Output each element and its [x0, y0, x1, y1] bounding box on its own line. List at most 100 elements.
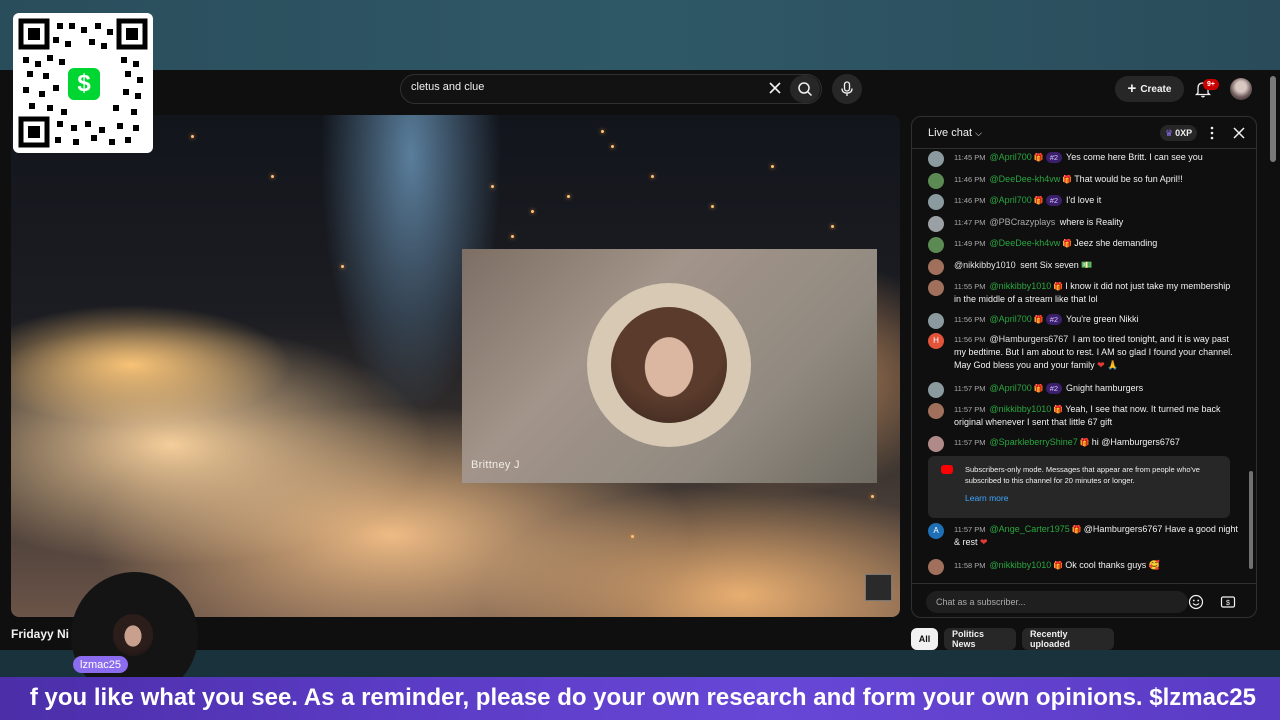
pray-emoji-icon: 🙏 [1107, 360, 1119, 370]
message-text: Ok cool thanks guys [1065, 560, 1147, 570]
smiling-hearts-emoji-icon: 🥰 [1148, 560, 1160, 570]
message-time: 11:56 PM [954, 315, 986, 324]
svg-text:$: $ [1226, 600, 1230, 607]
message-author[interactable]: @nikkibby1010 [990, 281, 1052, 291]
chat-message-input[interactable] [926, 591, 1188, 613]
gift-badge-icon: 🎁 [1033, 196, 1044, 205]
message-text: Gnight hamburgers [1066, 383, 1144, 393]
chat-message[interactable]: 11:58 PM @nikkibby1010 🎁 Ok cool thanks guy… [928, 559, 1238, 575]
avatar [928, 403, 944, 419]
chat-message[interactable]: 11:45 PM @April700 🎁 #2 Yes come here Britt.… [928, 151, 1238, 167]
message-author[interactable]: @PBCrazyplays [990, 217, 1056, 227]
streamer-name: lzmac25 [73, 656, 128, 673]
avatar [928, 259, 944, 275]
voice-search-button[interactable] [832, 74, 862, 104]
message-time: 11:57 PM [954, 405, 986, 414]
chat-title: Live chat [928, 127, 973, 139]
search-button[interactable] [790, 75, 820, 103]
emoji-picker-icon[interactable] [1188, 594, 1204, 610]
message-author[interactable]: @DeeDee-kh4vw [990, 238, 1061, 248]
search-input[interactable]: cletus and clue [411, 81, 484, 93]
message-author[interactable]: @DeeDee-kh4vw [990, 174, 1061, 184]
rank-badge: #2 [1045, 383, 1063, 394]
chat-header: Live chat ⌵ ♛ 0XP [912, 117, 1256, 149]
message-text: where is Reality [1059, 217, 1124, 227]
chat-message[interactable]: 11:56 PM @April700 🎁 #2 You're green Nikki [928, 313, 1238, 329]
message-author[interactable]: @April700 [990, 314, 1032, 324]
subscribers-only-notice: Subscribers-only mode. Messages that app… [928, 456, 1230, 518]
chip-all[interactable]: All [911, 628, 938, 650]
gift-badge-icon: 🎁 [1062, 239, 1073, 248]
chat-message[interactable]: 11:49 PM @DeeDee-kh4vw 🎁 Jeez she demanding [928, 237, 1238, 253]
gift-badge-icon: 🎁 [1053, 561, 1064, 570]
message-text: I'd love it [1066, 195, 1102, 205]
message-text: Jeez she demanding [1074, 238, 1158, 248]
message-author[interactable]: @Ange_Carter1975 [990, 524, 1070, 534]
close-chat-icon[interactable] [1232, 126, 1246, 140]
streamer-avatar [113, 614, 153, 656]
avatar [928, 313, 944, 329]
avatar: A [928, 523, 944, 539]
chat-mode-dropdown[interactable]: Live chat ⌵ [928, 127, 982, 139]
chat-message[interactable]: 11:57 PM @April700 🎁 #2 Gnight hamburgers [928, 382, 1238, 398]
message-author[interactable]: @April700 [990, 195, 1032, 205]
chat-message[interactable]: 11:55 PM @nikkibby1010 🎁 I know it did not … [928, 280, 1238, 306]
learn-more-link[interactable]: Learn more [965, 493, 1008, 503]
gift-event-message[interactable]: @nikkibby1010 sent Six seven 💵 [928, 259, 1238, 275]
chat-message[interactable]: A 11:57 PM @Ange_Carter1975 🎁 @Hamburgers67… [928, 523, 1238, 549]
message-author[interactable]: @April700 [990, 152, 1032, 162]
page-scrollbar-thumb[interactable] [1270, 76, 1276, 162]
webcam-participant-name: Brittney J [471, 459, 520, 471]
heart-emoji-icon: ❤ [1097, 360, 1105, 370]
microphone-icon [841, 81, 853, 96]
gift-badge-icon: 🎁 [1053, 282, 1064, 291]
youtube-play-icon [941, 465, 953, 474]
gift-badge-icon: 🎁 [1033, 384, 1044, 393]
chat-message[interactable]: 11:57 PM @SparkleberryShine7 🎁 hi @Hamburge… [928, 436, 1238, 452]
create-button[interactable]: + Create [1115, 76, 1184, 102]
chip-politics-news[interactable]: Politics News [944, 628, 1016, 650]
gift-badge-icon: 🎁 [1062, 175, 1073, 184]
channel-watermark[interactable] [865, 574, 892, 601]
message-author[interactable]: @nikkibby1010 [990, 560, 1052, 570]
message-author[interactable]: @nikkibby1010 [954, 260, 1016, 270]
clear-search-icon[interactable] [766, 79, 784, 97]
chat-message[interactable]: 11:46 PM @April700 🎁 #2 I'd love it [928, 194, 1238, 210]
rank-badge: #2 [1045, 314, 1063, 325]
avatar [928, 216, 944, 232]
ticker-text: f you like what you see. As a reminder, … [29, 684, 1256, 711]
chip-recently-uploaded[interactable]: Recently uploaded [1022, 628, 1114, 650]
chat-message[interactable]: 11:47 PM @PBCrazyplays where is Reality [928, 216, 1238, 232]
super-chat-icon[interactable]: $ [1220, 594, 1236, 610]
cash-app-logo: $ [66, 66, 102, 102]
chat-message[interactable]: H 11:56 PM @Hamburgers6767 I am too tired… [928, 333, 1238, 372]
avatar [928, 237, 944, 253]
chat-message[interactable]: 11:57 PM @nikkibby1010 🎁 Yeah, I see that n… [928, 403, 1238, 429]
message-text: sent Six seven [1020, 260, 1079, 270]
avatar [928, 173, 944, 189]
message-text: hi @Hamburgers6767 [1091, 437, 1180, 447]
message-time: 11:57 PM [954, 525, 986, 534]
heart-emoji-icon: ❤ [980, 537, 988, 547]
message-time: 11:46 PM [954, 175, 986, 184]
search-icon [798, 82, 813, 97]
chat-scrollbar[interactable] [1249, 471, 1253, 569]
gift-badge-icon: 🎁 [1033, 153, 1044, 162]
message-author[interactable]: @SparkleberryShine7 [990, 437, 1078, 447]
message-time: 11:57 PM [954, 438, 986, 447]
message-time: 11:55 PM [954, 282, 986, 291]
message-time: 11:57 PM [954, 384, 986, 393]
account-avatar[interactable] [1230, 78, 1252, 100]
message-time: 11:47 PM [954, 218, 986, 227]
message-author[interactable]: @April700 [990, 383, 1032, 393]
notice-text: Subscribers-only mode. Messages that app… [965, 465, 1200, 485]
chat-message[interactable]: 11:46 PM @DeeDee-kh4vw 🎁 That would be so f… [928, 173, 1238, 189]
more-options-icon[interactable] [1207, 125, 1217, 141]
avatar [928, 280, 944, 296]
message-time: 11:45 PM [954, 153, 986, 162]
gift-badge-icon: 🎁 [1079, 438, 1090, 447]
xp-badge[interactable]: ♛ 0XP [1160, 125, 1198, 141]
message-author[interactable]: @nikkibby1010 [990, 404, 1052, 414]
rank-badge: #2 [1045, 195, 1063, 206]
message-author[interactable]: @Hamburgers6767 [990, 334, 1069, 344]
